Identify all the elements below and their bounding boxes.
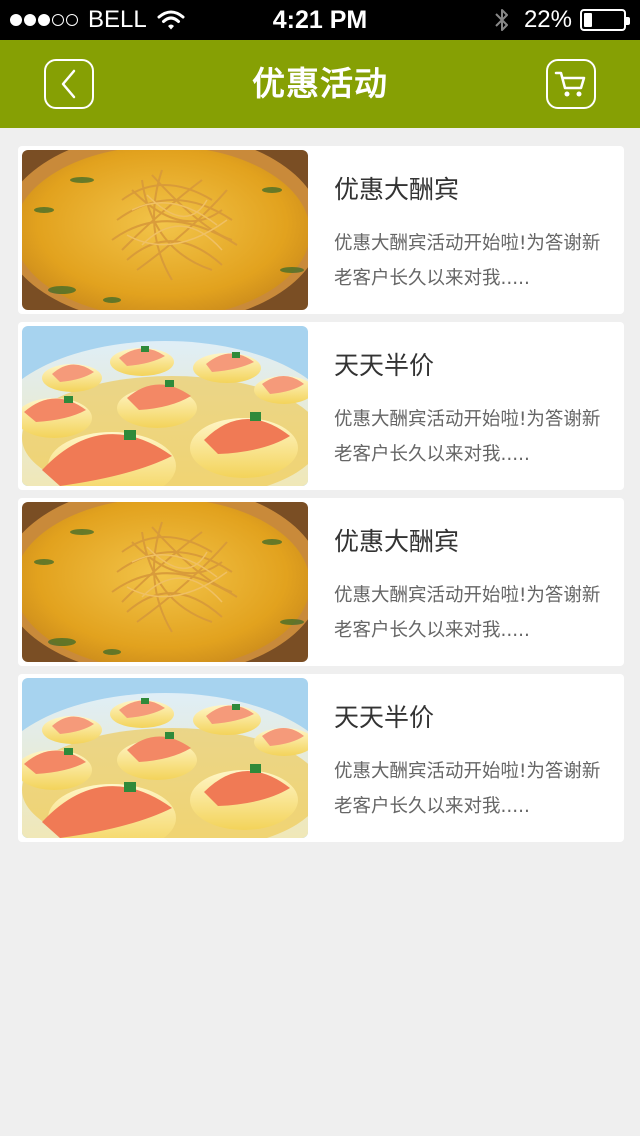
promotion-title: 天天半价: [334, 351, 435, 380]
back-button[interactable]: [44, 59, 94, 109]
promotion-image: [22, 678, 308, 838]
page-title: 优惠活动: [252, 64, 388, 103]
promotion-title: 优惠大酬宾: [334, 527, 460, 556]
promotion-description: 优惠大酬宾活动开始啦!为答谢新老客户长久以来对我.....: [334, 761, 601, 817]
promotion-description: 优惠大酬宾活动开始啦!为答谢新老客户长久以来对我.....: [334, 409, 601, 465]
promotion-card[interactable]: 天天半价 优惠大酬宾活动开始啦!为答谢新老客户长久以来对我.....: [18, 674, 624, 842]
promotion-card[interactable]: 优惠大酬宾 优惠大酬宾活动开始啦!为答谢新老客户长久以来对我.....: [18, 146, 624, 314]
cart-button[interactable]: [546, 59, 596, 109]
battery-fill: [584, 13, 593, 27]
promotion-info: 天天半价 优惠大酬宾活动开始啦!为答谢新老客户长久以来对我.....: [334, 674, 612, 842]
nav-bar: 优惠活动: [0, 40, 640, 128]
promotion-card[interactable]: 天天半价 优惠大酬宾活动开始啦!为答谢新老客户长久以来对我.....: [18, 322, 624, 490]
wifi-icon: [157, 10, 185, 30]
carrier-name: BELL: [88, 6, 147, 33]
signal-strength-icon: [10, 14, 80, 26]
shopping-cart-icon: [554, 71, 586, 97]
promotion-description: 优惠大酬宾活动开始啦!为答谢新老客户长久以来对我.....: [334, 585, 601, 641]
battery-icon: [580, 9, 630, 31]
chevron-left-icon: [61, 69, 76, 99]
promotion-image: [22, 502, 308, 662]
promotion-description: 优惠大酬宾活动开始啦!为答谢新老客户长久以来对我.....: [334, 233, 601, 289]
promotion-image: [22, 150, 308, 310]
promotion-info: 优惠大酬宾 优惠大酬宾活动开始啦!为答谢新老客户长久以来对我.....: [334, 498, 612, 666]
status-left: BELL: [10, 0, 185, 40]
promotion-info: 优惠大酬宾 优惠大酬宾活动开始啦!为答谢新老客户长久以来对我.....: [334, 146, 612, 314]
bluetooth-icon: [495, 9, 508, 31]
battery-percentage: 22%: [523, 6, 572, 33]
promotion-list: 优惠大酬宾 优惠大酬宾活动开始啦!为答谢新老客户长久以来对我..... 天天半价…: [18, 146, 624, 850]
promotion-title: 优惠大酬宾: [334, 175, 460, 204]
promotion-image: [22, 326, 308, 486]
promotion-card[interactable]: 优惠大酬宾 优惠大酬宾活动开始啦!为答谢新老客户长久以来对我.....: [18, 498, 624, 666]
status-right: 22%: [494, 0, 630, 40]
status-bar: BELL 4:21 PM 22%: [0, 0, 640, 40]
promotion-info: 天天半价 优惠大酬宾活动开始啦!为答谢新老客户长久以来对我.....: [334, 322, 612, 490]
promotion-title: 天天半价: [334, 703, 435, 732]
